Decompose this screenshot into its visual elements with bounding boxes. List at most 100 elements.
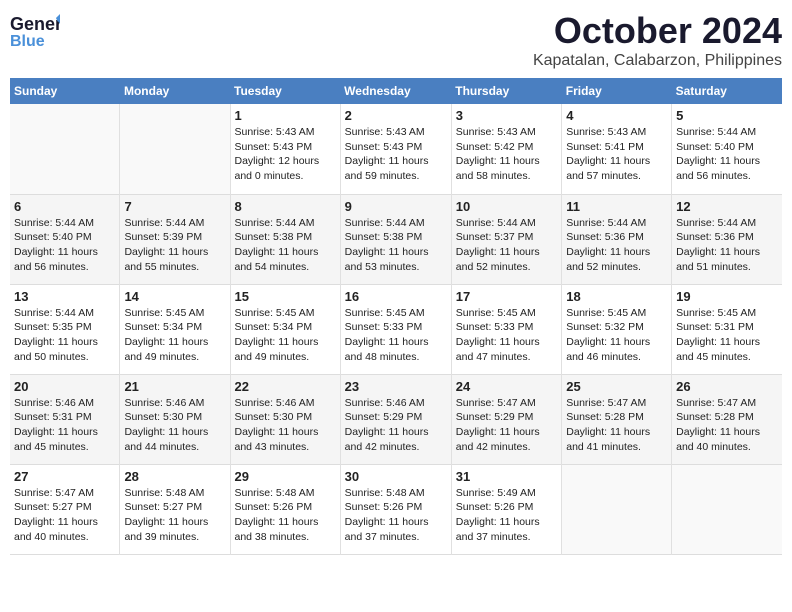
- day-info: Sunrise: 5:46 AM Sunset: 5:29 PM Dayligh…: [345, 396, 447, 455]
- days-header-row: SundayMondayTuesdayWednesdayThursdayFrid…: [10, 78, 782, 104]
- calendar-cell: 6 Sunrise: 5:44 AM Sunset: 5:40 PM Daylig…: [10, 194, 120, 284]
- svg-text:General: General: [10, 14, 60, 34]
- calendar-cell: 3Sunrise: 5:43 AM Sunset: 5:42 PM Daylig…: [451, 104, 561, 194]
- calendar-cell: 10 Sunrise: 5:44 AM Sunset: 5:37 PM Dayli…: [451, 194, 561, 284]
- header: General Blue October 2024 Kapatalan, Cal…: [10, 10, 782, 70]
- calendar-cell: 4Sunrise: 5:43 AM Sunset: 5:41 PM Daylig…: [562, 104, 672, 194]
- week-row-3: 13Sunrise: 5:44 AM Sunset: 5:35 PM Dayli…: [10, 284, 782, 374]
- day-info: Sunrise: 5:47 AM Sunset: 5:29 PM Dayligh…: [456, 396, 557, 455]
- day-number: 19: [676, 289, 778, 304]
- location-title: Kapatalan, Calabarzon, Philippines: [533, 52, 782, 70]
- day-info: Sunrise: 5:45 AM Sunset: 5:33 PM Dayligh…: [456, 306, 557, 365]
- day-number: 16: [345, 289, 447, 304]
- day-number: 9: [345, 199, 447, 214]
- logo: General Blue: [10, 10, 62, 52]
- calendar-cell: 15 Sunrise: 5:45 AM Sunset: 5:34 PM Dayli…: [230, 284, 340, 374]
- day-header-tuesday: Tuesday: [230, 78, 340, 104]
- day-number: 3: [456, 108, 557, 123]
- day-info: Sunrise: 5:44 AM Sunset: 5:38 PM Dayligh…: [345, 216, 447, 275]
- day-header-thursday: Thursday: [451, 78, 561, 104]
- calendar-cell: 17 Sunrise: 5:45 AM Sunset: 5:33 PM Dayli…: [451, 284, 561, 374]
- day-number: 25: [566, 379, 667, 394]
- day-header-saturday: Saturday: [672, 78, 782, 104]
- calendar-cell: 23 Sunrise: 5:46 AM Sunset: 5:29 PM Dayli…: [340, 374, 451, 464]
- day-info: Sunrise: 5:48 AM Sunset: 5:26 PM Dayligh…: [345, 486, 447, 545]
- day-info: Sunrise: 5:44 AM Sunset: 5:40 PM Dayligh…: [676, 125, 778, 184]
- calendar-cell: 21 Sunrise: 5:46 AM Sunset: 5:30 PM Dayli…: [120, 374, 230, 464]
- day-number: 12: [676, 199, 778, 214]
- calendar-cell: 28Sunrise: 5:48 AM Sunset: 5:27 PM Dayli…: [120, 464, 230, 554]
- day-info: Sunrise: 5:44 AM Sunset: 5:37 PM Dayligh…: [456, 216, 557, 275]
- calendar-cell: 31 Sunrise: 5:49 AM Sunset: 5:26 PM Dayli…: [451, 464, 561, 554]
- day-info: Sunrise: 5:44 AM Sunset: 5:36 PM Dayligh…: [566, 216, 667, 275]
- calendar-cell: 11 Sunrise: 5:44 AM Sunset: 5:36 PM Dayli…: [562, 194, 672, 284]
- day-header-monday: Monday: [120, 78, 230, 104]
- day-number: 20: [14, 379, 115, 394]
- day-info: Sunrise: 5:45 AM Sunset: 5:33 PM Dayligh…: [345, 306, 447, 365]
- day-number: 21: [124, 379, 225, 394]
- calendar-cell: 13Sunrise: 5:44 AM Sunset: 5:35 PM Dayli…: [10, 284, 120, 374]
- day-info: Sunrise: 5:43 AM Sunset: 5:43 PM Dayligh…: [235, 125, 336, 184]
- day-info: Sunrise: 5:43 AM Sunset: 5:43 PM Dayligh…: [345, 125, 447, 184]
- day-header-friday: Friday: [562, 78, 672, 104]
- calendar-cell: [672, 464, 782, 554]
- day-info: Sunrise: 5:49 AM Sunset: 5:26 PM Dayligh…: [456, 486, 557, 545]
- title-area: October 2024 Kapatalan, Calabarzon, Phil…: [533, 10, 782, 70]
- calendar-cell: 19 Sunrise: 5:45 AM Sunset: 5:31 PM Dayli…: [672, 284, 782, 374]
- day-info: Sunrise: 5:45 AM Sunset: 5:31 PM Dayligh…: [676, 306, 778, 365]
- calendar-cell: 27 Sunrise: 5:47 AM Sunset: 5:27 PM Dayli…: [10, 464, 120, 554]
- calendar-cell: [10, 104, 120, 194]
- day-info: Sunrise: 5:48 AM Sunset: 5:26 PM Dayligh…: [235, 486, 336, 545]
- day-number: 15: [235, 289, 336, 304]
- svg-text:Blue: Blue: [10, 33, 45, 50]
- day-number: 29: [235, 469, 336, 484]
- day-info: Sunrise: 5:46 AM Sunset: 5:31 PM Dayligh…: [14, 396, 115, 455]
- day-number: 14: [124, 289, 225, 304]
- day-header-sunday: Sunday: [10, 78, 120, 104]
- day-number: 23: [345, 379, 447, 394]
- day-info: Sunrise: 5:46 AM Sunset: 5:30 PM Dayligh…: [235, 396, 336, 455]
- week-row-5: 27 Sunrise: 5:47 AM Sunset: 5:27 PM Dayli…: [10, 464, 782, 554]
- logo-icon: General Blue: [10, 10, 60, 52]
- day-header-wednesday: Wednesday: [340, 78, 451, 104]
- day-info: Sunrise: 5:45 AM Sunset: 5:34 PM Dayligh…: [124, 306, 225, 365]
- day-number: 17: [456, 289, 557, 304]
- day-info: Sunrise: 5:47 AM Sunset: 5:28 PM Dayligh…: [566, 396, 667, 455]
- day-number: 7: [124, 199, 225, 214]
- calendar-cell: [562, 464, 672, 554]
- calendar-cell: 29 Sunrise: 5:48 AM Sunset: 5:26 PM Dayli…: [230, 464, 340, 554]
- day-info: Sunrise: 5:45 AM Sunset: 5:34 PM Dayligh…: [235, 306, 336, 365]
- day-info: Sunrise: 5:47 AM Sunset: 5:27 PM Dayligh…: [14, 486, 115, 545]
- calendar-cell: [120, 104, 230, 194]
- day-number: 10: [456, 199, 557, 214]
- day-number: 28: [124, 469, 225, 484]
- calendar-cell: 7 Sunrise: 5:44 AM Sunset: 5:39 PM Daylig…: [120, 194, 230, 284]
- week-row-1: 1Sunrise: 5:43 AM Sunset: 5:43 PM Daylig…: [10, 104, 782, 194]
- calendar-cell: 12 Sunrise: 5:44 AM Sunset: 5:36 PM Dayli…: [672, 194, 782, 284]
- day-info: Sunrise: 5:43 AM Sunset: 5:41 PM Dayligh…: [566, 125, 667, 184]
- day-number: 26: [676, 379, 778, 394]
- day-number: 2: [345, 108, 447, 123]
- day-info: Sunrise: 5:44 AM Sunset: 5:36 PM Dayligh…: [676, 216, 778, 275]
- day-number: 5: [676, 108, 778, 123]
- day-number: 27: [14, 469, 115, 484]
- calendar-cell: 20 Sunrise: 5:46 AM Sunset: 5:31 PM Dayli…: [10, 374, 120, 464]
- day-number: 8: [235, 199, 336, 214]
- day-info: Sunrise: 5:44 AM Sunset: 5:35 PM Dayligh…: [14, 306, 115, 365]
- day-number: 6: [14, 199, 115, 214]
- day-number: 11: [566, 199, 667, 214]
- month-title: October 2024: [533, 10, 782, 52]
- day-info: Sunrise: 5:44 AM Sunset: 5:39 PM Dayligh…: [124, 216, 225, 275]
- day-number: 31: [456, 469, 557, 484]
- week-row-4: 20 Sunrise: 5:46 AM Sunset: 5:31 PM Dayli…: [10, 374, 782, 464]
- day-number: 24: [456, 379, 557, 394]
- calendar-cell: 26Sunrise: 5:47 AM Sunset: 5:28 PM Dayli…: [672, 374, 782, 464]
- calendar-cell: 1Sunrise: 5:43 AM Sunset: 5:43 PM Daylig…: [230, 104, 340, 194]
- day-number: 30: [345, 469, 447, 484]
- calendar-cell: 8 Sunrise: 5:44 AM Sunset: 5:38 PM Daylig…: [230, 194, 340, 284]
- calendar-cell: 5 Sunrise: 5:44 AM Sunset: 5:40 PM Daylig…: [672, 104, 782, 194]
- day-info: Sunrise: 5:44 AM Sunset: 5:40 PM Dayligh…: [14, 216, 115, 275]
- day-info: Sunrise: 5:44 AM Sunset: 5:38 PM Dayligh…: [235, 216, 336, 275]
- day-number: 22: [235, 379, 336, 394]
- day-info: Sunrise: 5:46 AM Sunset: 5:30 PM Dayligh…: [124, 396, 225, 455]
